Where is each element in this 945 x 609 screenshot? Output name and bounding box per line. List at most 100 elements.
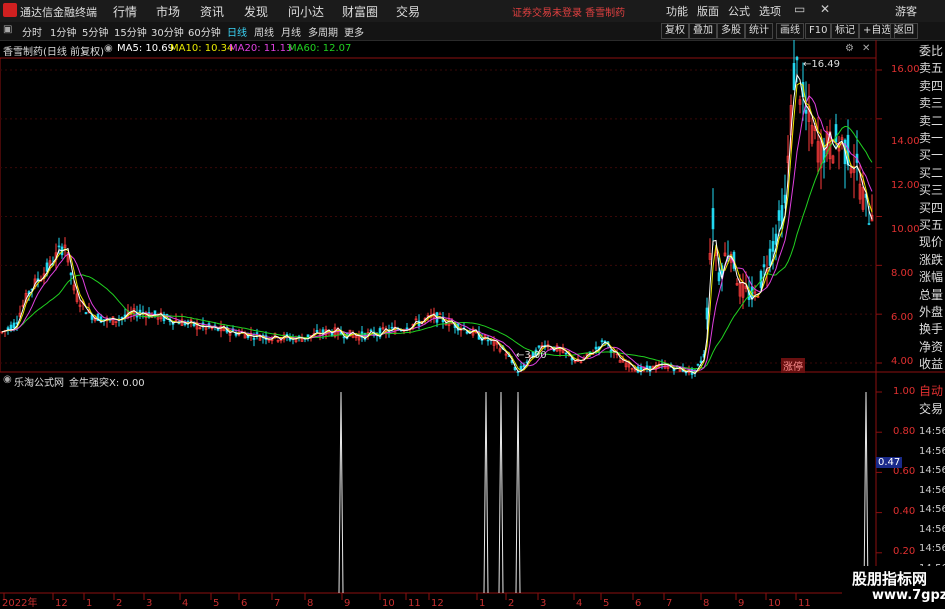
menu-caifuquan[interactable]: 财富圈 — [342, 3, 378, 20]
price-tick: 4.00 — [891, 356, 914, 367]
period-weekly[interactable]: 周线 — [254, 24, 274, 39]
sub-chart-title: 乐淘公式网 — [14, 378, 64, 389]
btn-f10[interactable]: F10 — [805, 23, 832, 39]
price-tick: 10.00 — [891, 224, 920, 235]
time-tick-label: 3 — [540, 598, 546, 609]
time-tick-label: 6 — [241, 598, 247, 609]
quote-label: 买一 — [919, 148, 944, 163]
time-tick-label: 2022年 — [2, 596, 37, 609]
close-icon[interactable]: ✕ — [820, 2, 830, 16]
trade-time: 14:56 — [919, 523, 945, 535]
btn-duogu[interactable]: 多股 — [717, 23, 745, 39]
watermark-title: 股朋指标网 — [852, 570, 928, 588]
chart-close-icon[interactable]: ✕ — [862, 43, 870, 54]
quote-label: 收益 — [919, 357, 944, 372]
trade-time: 14:56 — [919, 484, 945, 496]
candle-body — [867, 223, 871, 225]
time-tick-label: 5 — [603, 598, 609, 609]
sub-tick: 1.00 — [893, 386, 916, 397]
quote-label: 买四 — [919, 200, 944, 215]
app-name: 通达信金融终端 — [20, 6, 97, 19]
time-tick-label: 9 — [738, 598, 744, 609]
price-tick: 14.00 — [891, 136, 920, 147]
quote-label: 换手 — [919, 322, 944, 337]
btn-fanhui[interactable]: 返回 — [890, 23, 918, 39]
sub-tick: 0.20 — [893, 546, 916, 557]
price-tick: 16.00 — [891, 64, 920, 75]
quote-label: 委比 — [919, 44, 944, 58]
chart-title: 香雪制药(日线 前复权) — [3, 47, 104, 58]
restore-icon[interactable]: ▭ — [794, 2, 805, 16]
menu-hangqing[interactable]: 行情 — [113, 3, 137, 20]
time-tick-label: 6 — [635, 598, 641, 609]
time-tick-label: 10 — [382, 598, 395, 609]
candle-body — [594, 346, 598, 350]
period-multi[interactable]: 多周期 — [308, 24, 338, 39]
signal-spike — [338, 391, 344, 594]
candle-body — [57, 245, 61, 248]
ma-settings-icon[interactable]: ◉ — [104, 43, 113, 54]
trade-time: 14:56 — [919, 426, 945, 437]
period-5min[interactable]: 5分钟 — [82, 24, 108, 39]
menu-banmian[interactable]: 版面 — [697, 3, 719, 19]
btn-tongji[interactable]: 统计 — [745, 23, 773, 39]
candle-body — [519, 366, 523, 371]
low-price-value: 3.00 — [524, 350, 547, 361]
period-30min[interactable]: 30分钟 — [151, 24, 184, 39]
quote-label: 卖四 — [919, 78, 944, 93]
period-1min[interactable]: 1分钟 — [50, 24, 76, 39]
time-tick-label: 2 — [508, 598, 514, 609]
menu-gongshi[interactable]: 公式 — [728, 3, 750, 19]
period-more[interactable]: 更多 — [344, 24, 364, 39]
time-tick-label: 7 — [274, 598, 280, 609]
menu-xuanxiang[interactable]: 选项 — [759, 3, 781, 19]
candle-body — [6, 327, 10, 330]
kline-chart-svg[interactable]: 2022年 12 1 2 3 4 5 6 7 8 9 10 11 12 1 2 3 4 5 6 7 8 9 10 11 — [0, 40, 945, 609]
menu-shichang[interactable]: 市场 — [156, 3, 180, 20]
menu-gongneng[interactable]: 功能 — [666, 3, 688, 19]
quote-panel: 委比 卖五 卖四 卖三 卖二 卖一 买一 买二 买三 买四 买五 现价 涨跌 涨幅 总量 外盘 换手 净资 收益 自动… — [917, 40, 945, 609]
trade-label[interactable]: 自动 — [919, 382, 943, 399]
menu-faxian[interactable]: 发现 — [244, 3, 268, 20]
candle-body — [792, 63, 796, 91]
btn-biaoji[interactable]: 标记 — [831, 23, 859, 39]
signal-spike — [863, 391, 869, 594]
sub-settings-icon[interactable]: ◉ — [3, 374, 12, 385]
candle-body — [369, 329, 373, 332]
menu-jiaoyi[interactable]: 交易 — [396, 3, 420, 20]
quote-label: 买五 — [919, 218, 944, 232]
time-tick-label: 1 — [86, 598, 92, 609]
sub-tick: 0.40 — [893, 506, 916, 517]
high-price-label: ←16.49 — [803, 59, 841, 70]
period-daily[interactable]: 日线 — [227, 24, 247, 39]
btn-diejia[interactable]: 叠加 — [689, 23, 717, 39]
candle-body — [777, 210, 781, 221]
candle-body — [486, 339, 490, 342]
menu-wenxiaoda[interactable]: 问小达 — [288, 3, 324, 20]
app-logo-icon — [3, 3, 17, 17]
candle-body — [795, 56, 799, 61]
quote-label: 总量 — [919, 287, 944, 302]
period-monthly[interactable]: 月线 — [281, 24, 301, 39]
user-guest[interactable]: 游客 — [895, 3, 917, 19]
btn-huaxian[interactable]: 画线 — [776, 23, 804, 39]
candle-body — [804, 109, 808, 114]
quote-label: 净资 — [919, 339, 944, 354]
time-tick-label: 4 — [576, 598, 582, 609]
chart-area[interactable]: 2022年 12 1 2 3 4 5 6 7 8 9 10 11 12 1 2 3 4 5 6 7 8 9 10 11 香雪制药… — [0, 40, 945, 609]
ma10-value: MA10: 10.34 — [170, 43, 234, 54]
toolbar-menu-icon[interactable]: ▣ — [3, 24, 12, 35]
time-tick-label: 5 — [213, 598, 219, 609]
period-fenshi[interactable]: 分时 — [22, 24, 42, 39]
candle-body — [711, 208, 715, 230]
period-60min[interactable]: 60分钟 — [188, 24, 221, 39]
candle-body — [768, 248, 772, 266]
btn-fuquan[interactable]: 复权 — [661, 23, 689, 39]
period-15min[interactable]: 15分钟 — [114, 24, 147, 39]
high-price-value: 16.49 — [811, 59, 841, 70]
menu-zixun[interactable]: 资讯 — [200, 3, 224, 20]
trade-time: 14:56 — [919, 445, 945, 457]
signal-spike — [483, 391, 489, 594]
limit-up-tag: 涨停 — [781, 358, 805, 373]
chart-settings-icon[interactable]: ⚙ — [845, 43, 854, 54]
